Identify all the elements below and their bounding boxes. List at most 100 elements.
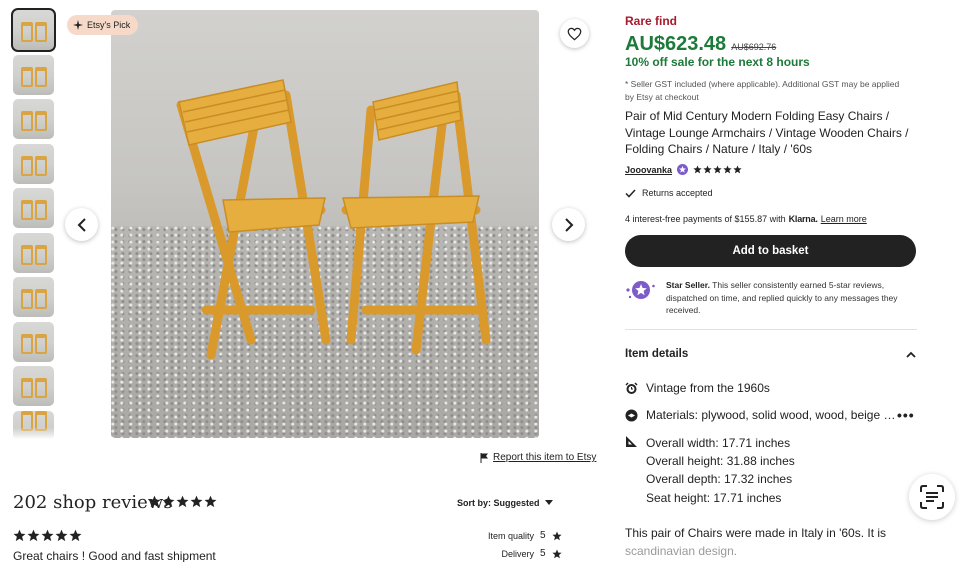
star-seller-icon (626, 281, 655, 299)
star-icon (69, 529, 82, 542)
star-icon (551, 531, 562, 540)
heart-icon (567, 27, 582, 40)
thumbnail[interactable] (13, 232, 54, 273)
overall-rating-stars (148, 495, 217, 508)
installments-info: 4 interest-free payments of $155.87 with… (625, 214, 867, 224)
sale-notice: 10% off sale for the next 8 hours (625, 55, 810, 69)
dimension-line: Seat height: 17.71 inches (646, 490, 782, 505)
shop-rating-stars (693, 165, 742, 174)
flag-icon (480, 452, 488, 463)
star-icon (733, 165, 742, 174)
star-seller-description: Star Seller. This seller consistently ea… (666, 279, 916, 317)
shop-row: Jooovanka (625, 164, 742, 175)
star-icon (27, 529, 40, 542)
rating-value: 5 (540, 548, 546, 559)
star-icon (190, 495, 203, 508)
layers-icon (625, 409, 638, 422)
thumbnail[interactable] (13, 366, 54, 406)
chairs-illustration (176, 79, 491, 360)
item-details-label: Item details (625, 348, 689, 360)
scan-text-icon (920, 485, 944, 509)
review-rating-stars (13, 529, 82, 542)
returns-text: Returns accepted (642, 188, 713, 198)
main-product-image (111, 10, 539, 438)
divider (625, 329, 917, 330)
item-details-toggle[interactable]: Item details (625, 348, 916, 360)
ruler-icon (626, 436, 637, 447)
star-icon (176, 495, 189, 508)
favorite-button[interactable] (560, 19, 589, 48)
star-icon (41, 529, 54, 542)
sparkle-icon (73, 20, 83, 30)
original-price: AU$692.76 (731, 42, 777, 52)
alarm-clock-icon (625, 382, 638, 394)
vintage-text: Vintage from the 1960s (646, 381, 770, 395)
dimension-line: Overall height: 31.88 inches (646, 454, 795, 469)
current-price: AU$623.48 (625, 33, 727, 55)
rating-value: 5 (540, 530, 546, 541)
description-faded-text: scandinavian design. (625, 544, 738, 558)
star-icon (723, 165, 732, 174)
rating-label: Item quality (487, 530, 534, 541)
star-icon (551, 549, 562, 558)
visual-search-button[interactable] (909, 474, 955, 520)
item-description: This pair of Chairs were made in Italy i… (625, 524, 915, 560)
thumbnail[interactable] (13, 188, 54, 228)
delivery-rating: Delivery 5 (482, 548, 562, 559)
thumbnail[interactable] (13, 99, 54, 139)
next-image-button[interactable] (552, 208, 585, 241)
item-quality-rating: Item quality 5 (482, 530, 562, 541)
installments-text: 4 interest-free payments of $155.87 with (625, 214, 786, 224)
shop-name-link[interactable]: Jooovanka (625, 165, 672, 175)
add-to-basket-button[interactable]: Add to basket (625, 235, 916, 267)
dimensions-detail: Overall width: 17.71 inches Overall heig… (625, 434, 795, 507)
more-options-icon[interactable]: ••• (897, 407, 915, 423)
etsys-pick-badge: Etsy's Pick (67, 15, 139, 35)
previous-image-button[interactable] (65, 208, 98, 241)
returns-info: Returns accepted (625, 188, 713, 198)
review-text: Great chairs ! Good and fast shipment (13, 549, 216, 562)
learn-more-link[interactable]: Learn more (821, 214, 867, 224)
star-icon (693, 165, 702, 174)
star-icon (703, 165, 712, 174)
chevron-left-icon (77, 217, 86, 232)
gst-note: * Seller GST included (where applicable)… (625, 79, 900, 102)
listing-title: Pair of Mid Century Modern Folding Easy … (625, 109, 909, 156)
star-icon (13, 529, 26, 542)
thumbnail-strip (11, 8, 56, 443)
materials-text: Materials: plywood, solid wood, wood, be… (646, 408, 896, 422)
caret-down-icon (544, 500, 553, 505)
rating-label: Delivery (501, 548, 534, 559)
price-row: AU$623.48 AU$692.76 (625, 33, 776, 56)
thumbnail[interactable] (13, 321, 54, 362)
thumbnail[interactable] (13, 277, 54, 317)
chevron-up-icon (906, 351, 916, 358)
thumbnail[interactable] (13, 54, 54, 95)
thumbnail[interactable] (13, 410, 54, 439)
sort-label: Sort by: Suggested (457, 498, 540, 508)
materials-detail: Materials: plywood, solid wood, wood, be… (625, 408, 895, 422)
star-icon (713, 165, 722, 174)
star-icon (162, 495, 175, 508)
star-seller-info: Star Seller. This seller consistently ea… (625, 279, 916, 317)
klarna-logo: Klarna. (788, 214, 818, 224)
dimension-line: Overall depth: 17.32 inches (646, 472, 793, 487)
sort-dropdown[interactable]: Sort by: Suggested (457, 498, 553, 508)
chevron-right-icon (564, 217, 573, 232)
report-link-text: Report this item to Etsy (493, 452, 597, 463)
report-item-link[interactable]: Report this item to Etsy (480, 452, 596, 463)
dimension-line: Overall width: 17.71 inches (646, 436, 791, 450)
checkmark-icon (625, 188, 636, 198)
dimensions-list: Overall width: 17.71 inches Overall heig… (646, 434, 795, 507)
star-icon (55, 529, 68, 542)
rare-find-label: Rare find (625, 14, 678, 28)
star-seller-badge-icon (677, 164, 689, 175)
description-text: This pair of Chairs were made in Italy i… (625, 526, 887, 540)
thumbnail[interactable] (11, 8, 56, 52)
vintage-detail: Vintage from the 1960s (625, 381, 770, 395)
badge-label: Etsy's Pick (87, 20, 131, 30)
thumbnail[interactable] (13, 143, 54, 184)
star-seller-title: Star Seller. (666, 280, 710, 290)
star-icon (148, 495, 161, 508)
star-icon (204, 495, 217, 508)
